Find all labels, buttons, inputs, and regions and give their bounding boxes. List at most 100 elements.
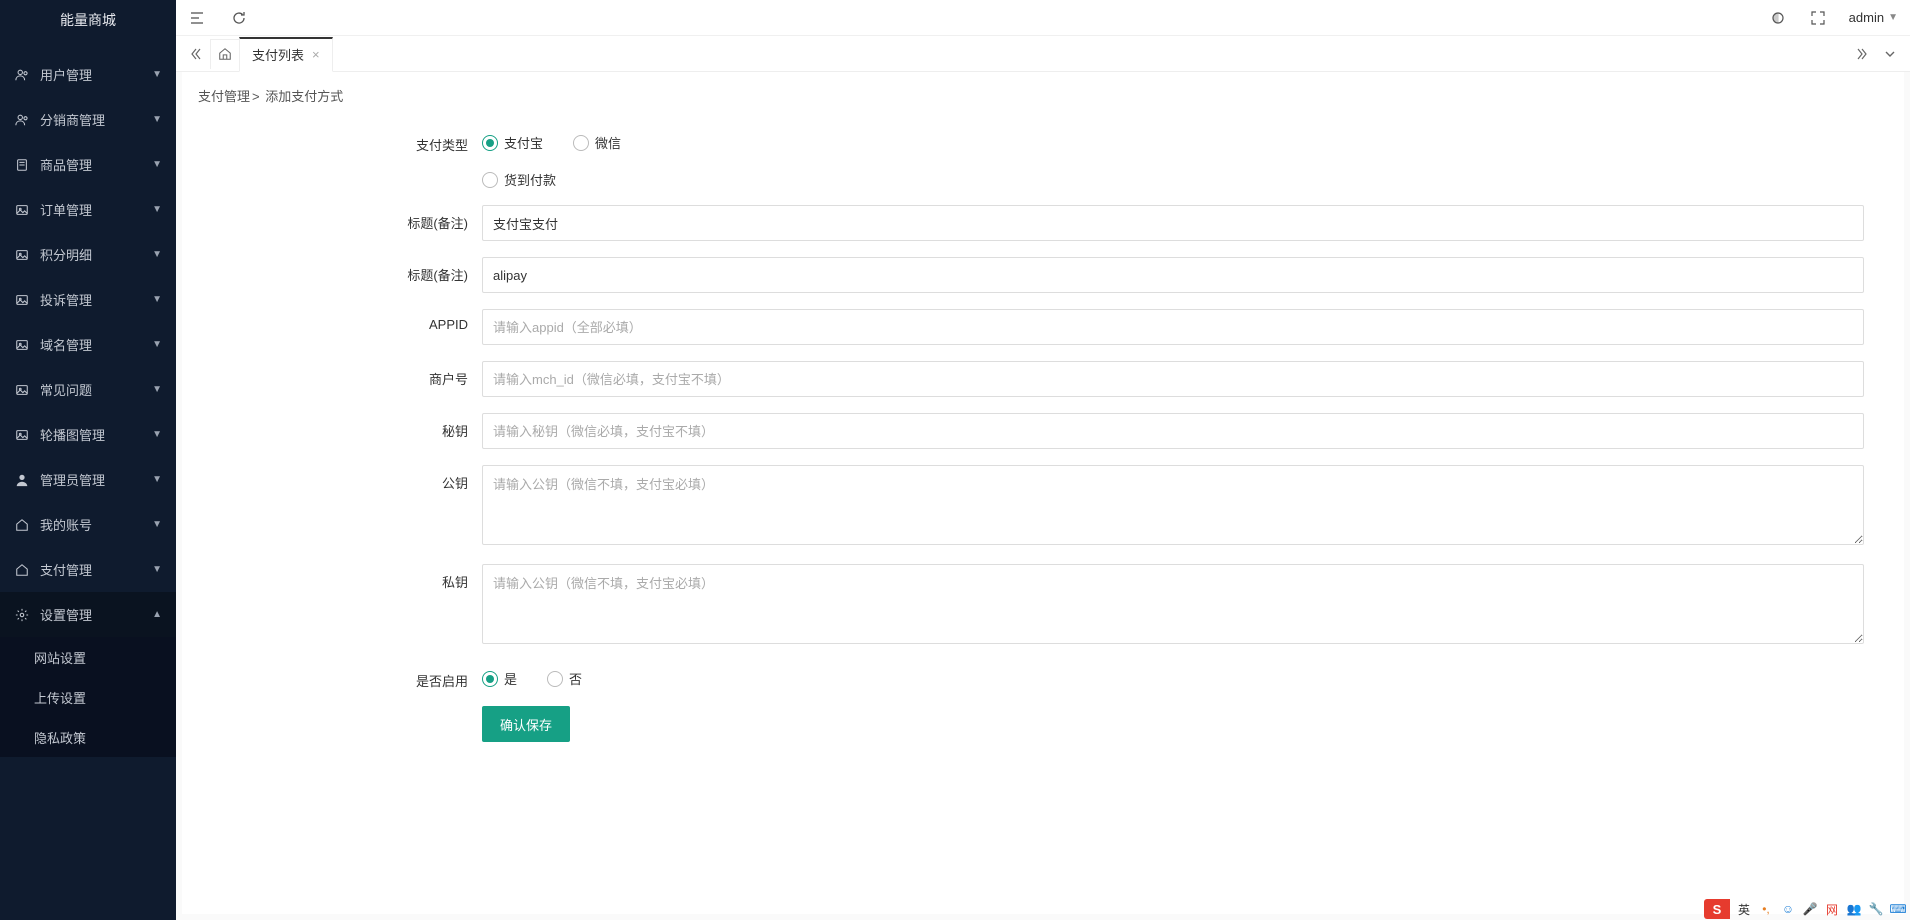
sidebar-item-label: 我的账号 [40,515,152,534]
breadcrumb-part1: 支付管理 [198,89,250,104]
radio-wechat[interactable]: 微信 [573,133,621,152]
admin-dropdown[interactable]: admin ▼ [1849,10,1898,25]
radio-label: 否 [569,669,582,688]
sidebar-item[interactable]: 管理员管理▼ [0,457,176,502]
sidebar-sub-item[interactable]: 上传设置 [0,677,176,717]
ime-badge-icon: S [1704,899,1730,919]
theme-icon[interactable] [1769,9,1787,27]
tab-close-icon[interactable]: × [312,47,320,62]
ime-people-icon: 👥 [1846,901,1862,917]
sidebar-item-icon [14,427,30,443]
sidebar-item-icon [14,67,30,83]
label-mch: 商户号 [202,361,482,388]
title-input[interactable] [482,205,1864,241]
sidebar-item[interactable]: 积分明细▼ [0,232,176,277]
radio-alipay[interactable]: 支付宝 [482,133,543,152]
main-area: admin ▼ 支付列表 × [176,0,1910,920]
sidebar-item-icon [14,292,30,308]
label-pubkey: 公钥 [202,465,482,492]
caret-icon: ▼ [152,69,162,80]
ime-tray: S 英 •, ☺ 🎤 网 👥 🔧 ⌨ [1700,898,1910,920]
label-enable: 是否启用 [202,663,482,690]
code-input[interactable] [482,257,1864,293]
radio-enable-yes[interactable]: 是 [482,669,517,688]
sidebar-item-label: 支付管理 [40,560,152,579]
sidebar-item-icon [14,382,30,398]
ime-lang-icon: 英 [1736,901,1752,917]
sidebar-item-icon [14,607,30,623]
breadcrumb-part2: 添加支付方式 [265,89,343,104]
radio-label: 微信 [595,133,621,152]
sidebar-item-label: 分销商管理 [40,110,152,129]
tab-payment-list[interactable]: 支付列表 × [239,37,333,72]
ime-net-icon: 网 [1824,901,1840,917]
caret-icon: ▼ [152,159,162,170]
tabs-next-icon[interactable] [1848,40,1876,68]
label-prikey: 私钥 [202,564,482,591]
radio-cod[interactable]: 货到付款 [482,170,556,189]
caret-icon: ▼ [152,519,162,530]
caret-icon: ▼ [152,429,162,440]
sidebar-item-label: 订单管理 [40,200,152,219]
collapse-sidebar-icon[interactable] [188,9,206,27]
radio-circle-icon [482,671,498,687]
sidebar-item[interactable]: 订单管理▼ [0,187,176,232]
refresh-icon[interactable] [230,9,248,27]
caret-icon: ▼ [152,339,162,350]
caret-down-icon: ▼ [1888,12,1898,23]
radio-enable-no[interactable]: 否 [547,669,582,688]
fullscreen-icon[interactable] [1809,9,1827,27]
top-header: admin ▼ [176,0,1910,36]
tabs-menu-icon[interactable] [1876,40,1904,68]
sidebar-item[interactable]: 域名管理▼ [0,322,176,367]
sidebar-item[interactable]: 常见问题▼ [0,367,176,412]
tab-home[interactable] [210,39,240,69]
ime-tool-icon: 🔧 [1868,901,1884,917]
sidebar-sub-item[interactable]: 隐私政策 [0,717,176,757]
radio-label: 是 [504,669,517,688]
sidebar-item-label: 域名管理 [40,335,152,354]
sidebar-item[interactable]: 用户管理▼ [0,52,176,97]
sidebar-item-icon [14,247,30,263]
tab-label: 支付列表 [252,45,304,64]
sidebar-partial-item [0,40,176,52]
sidebar-item[interactable]: 投诉管理▼ [0,277,176,322]
sidebar-item-label: 管理员管理 [40,470,152,489]
caret-icon: ▼ [152,384,162,395]
admin-label-text: admin [1849,10,1884,25]
sidebar-item-icon [14,112,30,128]
sidebar-item[interactable]: 商品管理▼ [0,142,176,187]
radio-label: 支付宝 [504,133,543,152]
sidebar-item-icon [14,562,30,578]
tabs-prev-icon[interactable] [182,40,210,68]
appid-input[interactable] [482,309,1864,345]
caret-icon: ▼ [152,204,162,215]
tab-bar: 支付列表 × [176,36,1910,72]
pubkey-textarea[interactable] [482,465,1864,545]
prikey-textarea[interactable] [482,564,1864,644]
radio-circle-icon [482,172,498,188]
ime-mic-icon: 🎤 [1802,901,1818,917]
secret-input[interactable] [482,413,1864,449]
sidebar-item[interactable]: 轮播图管理▼ [0,412,176,457]
sidebar-item[interactable]: 设置管理▲ [0,592,176,637]
sidebar-item-label: 用户管理 [40,65,152,84]
sidebar-item[interactable]: 支付管理▼ [0,547,176,592]
sidebar-item[interactable]: 我的账号▼ [0,502,176,547]
ime-smiley-icon: ☺ [1780,901,1796,917]
sidebar-item-icon [14,157,30,173]
sidebar-item-icon [14,517,30,533]
radio-circle-icon [547,671,563,687]
sidebar-item-label: 常见问题 [40,380,152,399]
mch-input[interactable] [482,361,1864,397]
sidebar-item[interactable]: 分销商管理▼ [0,97,176,142]
sidebar-sub-item[interactable]: 网站设置 [0,637,176,677]
sidebar-item-label: 积分明细 [40,245,152,264]
label-code: 标题(备注) [202,257,482,284]
submit-button[interactable]: 确认保存 [482,706,570,742]
app-title: 能量商城 [0,0,176,40]
label-title: 标题(备注) [202,205,482,232]
sidebar: 能量商城 用户管理▼分销商管理▼商品管理▼订单管理▼积分明细▼投诉管理▼域名管理… [0,0,176,920]
radio-label: 货到付款 [504,170,556,189]
radio-circle-icon [482,135,498,151]
